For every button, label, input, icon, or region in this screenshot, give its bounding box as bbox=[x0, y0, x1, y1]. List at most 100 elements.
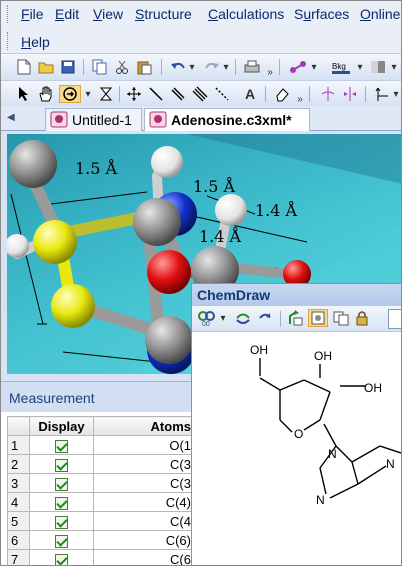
row-atoms: C(4 bbox=[93, 511, 194, 531]
undo-dropdown-icon[interactable]: ▾ bbox=[187, 58, 197, 76]
chemdraw-sync-icon[interactable] bbox=[234, 309, 252, 327]
menu-file[interactable]: File bbox=[21, 6, 44, 22]
menu-surfaces[interactable]: Surfaces bbox=[294, 6, 349, 22]
model-display-icon[interactable] bbox=[289, 58, 307, 76]
display-checkbox[interactable] bbox=[55, 458, 68, 472]
axis-dropdown-icon[interactable]: ▾ bbox=[391, 85, 401, 103]
chemdraw-link-dropdown-icon[interactable]: ▾ bbox=[218, 309, 228, 327]
text-tool-label: A bbox=[244, 86, 256, 102]
new-document-icon[interactable] bbox=[15, 58, 33, 76]
double-bond-icon[interactable] bbox=[169, 85, 187, 103]
row-index: 2 bbox=[7, 454, 30, 474]
print-icon[interactable] bbox=[243, 58, 261, 76]
menu-help[interactable]: Help bbox=[21, 34, 50, 50]
row-atoms: C(6 bbox=[93, 549, 194, 565]
table-row[interactable]: 5 C(4 bbox=[7, 511, 194, 531]
undo-icon[interactable] bbox=[169, 58, 187, 76]
display-checkbox[interactable] bbox=[55, 439, 68, 453]
bkg-label: Bkg bbox=[332, 62, 346, 71]
model-display-dropdown-icon[interactable]: ▾ bbox=[309, 58, 319, 76]
display-checkbox[interactable] bbox=[55, 515, 68, 529]
gradient-dropdown-icon[interactable]: ▾ bbox=[389, 58, 399, 76]
menu-calculations[interactable]: Calculations bbox=[208, 6, 284, 22]
measurement-panel: Measurement Display Atoms 1 O(1 2 C(3 3 C(3… bbox=[1, 381, 197, 565]
chemdraw-panel-title: ChemDraw bbox=[192, 284, 401, 306]
tab-adenosine[interactable]: Adenosine.c3xml* bbox=[144, 108, 310, 131]
menu-view[interactable]: View bbox=[93, 6, 123, 22]
chemdraw-canvas[interactable]: OH OH OH O N N N bbox=[192, 334, 401, 565]
svg-text:00: 00 bbox=[202, 321, 210, 326]
paste-icon[interactable] bbox=[135, 58, 153, 76]
eraser-icon[interactable] bbox=[273, 85, 291, 103]
table-row[interactable]: 4 C(4) bbox=[7, 492, 194, 512]
chemdraw-export-icon[interactable] bbox=[286, 309, 304, 327]
chemdraw-link-icon[interactable]: 00 bbox=[198, 309, 216, 327]
background-color-icon[interactable]: Bkg bbox=[331, 58, 353, 76]
toolbar-overflow-icon[interactable]: » bbox=[265, 66, 275, 78]
column-header-atoms[interactable]: Atoms bbox=[93, 416, 194, 436]
column-header-display[interactable]: Display bbox=[29, 416, 94, 436]
distance-label: 1.4 Å bbox=[199, 226, 242, 246]
chemdraw-name-field[interactable] bbox=[388, 309, 401, 329]
table-row[interactable]: 3 C(3 bbox=[7, 473, 194, 493]
dummy-bond-icon[interactable] bbox=[213, 85, 231, 103]
translate-icon[interactable] bbox=[125, 85, 143, 103]
triple-bond-icon[interactable] bbox=[191, 85, 209, 103]
redo-icon[interactable] bbox=[203, 58, 221, 76]
tab-scroll-left-icon[interactable]: ◀ bbox=[7, 112, 15, 123]
row-atoms: C(3 bbox=[93, 473, 194, 493]
ring-oxygen-label: O bbox=[294, 427, 303, 441]
color-gradient-icon[interactable] bbox=[369, 58, 387, 76]
table-row[interactable]: 2 C(3 bbox=[7, 454, 194, 474]
display-checkbox[interactable] bbox=[55, 534, 68, 548]
row-index: 1 bbox=[7, 435, 30, 455]
document-tabs: ◀ Untitled-1 Adenosine.c3xml* bbox=[1, 106, 401, 131]
distance-label: 1.5 Å bbox=[193, 176, 236, 196]
menu-grip[interactable] bbox=[7, 5, 11, 23]
axis-icon[interactable] bbox=[373, 85, 391, 103]
building-toolbar: ▾ A » ▾ bbox=[1, 80, 401, 106]
distance-label: 1.4 Å bbox=[255, 200, 298, 220]
copy-icon[interactable] bbox=[91, 58, 109, 76]
text-tool-icon[interactable]: A bbox=[241, 85, 259, 103]
display-checkbox[interactable] bbox=[55, 496, 68, 510]
menu-online[interactable]: Online bbox=[360, 6, 400, 22]
open-folder-icon[interactable] bbox=[37, 58, 55, 76]
menu-edit[interactable]: Edit bbox=[55, 6, 79, 22]
chemdraw-structure-icon[interactable] bbox=[308, 309, 328, 327]
row-atoms: C(3 bbox=[93, 454, 194, 474]
cut-icon[interactable] bbox=[113, 58, 131, 76]
measurement-table: Display Atoms 1 O(1 2 C(3 3 C(3 4 C(4) 5 C(4 … bbox=[7, 416, 194, 565]
chemdraw-copy-icon[interactable] bbox=[332, 309, 350, 327]
distance-label: 1.5 Å bbox=[75, 158, 118, 178]
table-row[interactable]: 1 O(1 bbox=[7, 435, 194, 455]
rotate-dropdown-icon[interactable]: ▾ bbox=[83, 85, 93, 103]
chemdraw-refresh-icon[interactable] bbox=[256, 309, 274, 327]
table-row[interactable]: 7 C(6 bbox=[7, 549, 194, 565]
save-icon[interactable] bbox=[59, 58, 77, 76]
toolbar2-overflow-icon[interactable]: » bbox=[295, 93, 305, 105]
select-arrow-icon[interactable] bbox=[15, 85, 33, 103]
menu-structure[interactable]: Structure bbox=[135, 6, 192, 22]
nitrogen-label: N bbox=[386, 457, 395, 471]
nitrogen-label: N bbox=[328, 447, 337, 461]
row-index: 3 bbox=[7, 473, 30, 493]
column-header-index[interactable] bbox=[7, 416, 30, 436]
row-index: 7 bbox=[7, 549, 30, 565]
display-checkbox[interactable] bbox=[55, 477, 68, 491]
zoom-icon[interactable] bbox=[97, 85, 115, 103]
single-bond-icon[interactable] bbox=[147, 85, 165, 103]
hydroxyl-label: OH bbox=[314, 349, 332, 363]
measurement-panel-title: Measurement bbox=[1, 382, 197, 412]
tab-untitled-1[interactable]: Untitled-1 bbox=[45, 108, 142, 131]
redo-dropdown-icon[interactable]: ▾ bbox=[221, 58, 231, 76]
display-checkbox[interactable] bbox=[55, 553, 68, 565]
chemdraw-lock-icon[interactable] bbox=[354, 309, 372, 327]
spin-icon[interactable] bbox=[319, 85, 337, 103]
table-row[interactable]: 6 C(6) bbox=[7, 530, 194, 550]
flip-icon[interactable] bbox=[341, 85, 359, 103]
hand-trackball-icon[interactable] bbox=[37, 85, 55, 103]
rotate-icon[interactable] bbox=[59, 85, 81, 103]
background-dropdown-icon[interactable]: ▾ bbox=[355, 58, 365, 76]
menu-grip-2[interactable] bbox=[7, 32, 11, 50]
